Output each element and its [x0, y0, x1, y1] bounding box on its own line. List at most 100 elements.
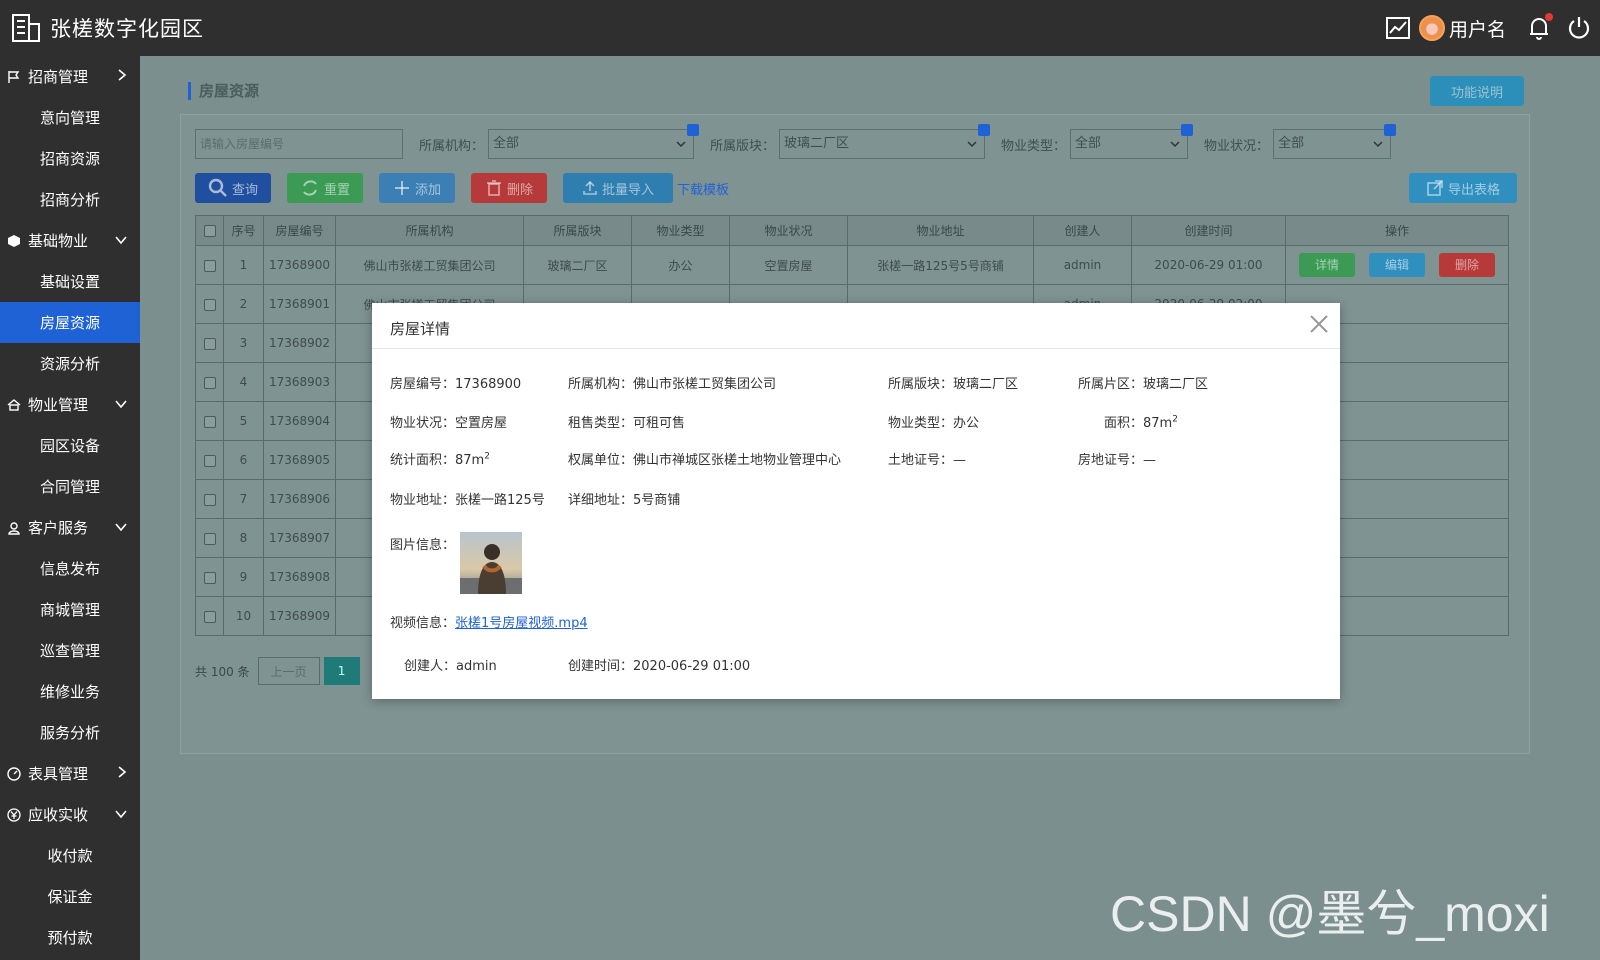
sidebar-item[interactable]: 信息发布	[0, 548, 140, 589]
org-select[interactable]: 全部	[488, 124, 700, 159]
sidebar-item[interactable]: 招商资源	[0, 138, 140, 179]
sidebar-item[interactable]: 收付款	[0, 835, 140, 876]
download-template-link[interactable]: 下载模板	[677, 179, 729, 198]
superscript: 2	[484, 451, 490, 462]
help-button[interactable]: 功能说明	[1430, 76, 1524, 106]
sidebar-group[interactable]: 表具管理	[0, 753, 140, 794]
row-checkbox[interactable]	[203, 454, 216, 467]
sidebar-item-label: 商城管理	[39, 601, 100, 619]
prev-page-button[interactable]: 上一页	[257, 657, 320, 685]
cell-no: 3	[223, 323, 264, 363]
house-photo[interactable]	[460, 532, 522, 594]
watermark: CSDN @墨兮_moxi	[1110, 886, 1550, 942]
add-button[interactable]: 添加	[379, 173, 455, 203]
row-select-cell[interactable]	[195, 323, 224, 363]
sidebar-group[interactable]: 客户服务	[0, 507, 140, 548]
cell-code: 17368908	[263, 557, 336, 597]
sidebar-item-label: 房屋资源	[39, 314, 100, 332]
row-checkbox[interactable]	[203, 532, 216, 545]
app-title: 张槎数字化园区	[50, 17, 204, 41]
row-select-cell[interactable]	[195, 362, 224, 402]
export-icon	[1427, 180, 1443, 196]
export-button[interactable]: 导出表格	[1409, 173, 1517, 203]
chart-icon[interactable]	[1385, 15, 1411, 41]
row-select-cell[interactable]	[195, 596, 224, 636]
field-key: 所属机构：	[568, 377, 634, 392]
edit-button[interactable]: 编辑	[1369, 253, 1425, 277]
top-bar: 张槎数字化园区 用户名	[0, 0, 1600, 56]
table-row[interactable]: 1 17368900 佛山市张槎工贸集团公司 玻璃二厂区 办公 空置房屋 张槎一路125号5…	[195, 245, 1509, 285]
sidebar-group-label: 客户服务	[28, 519, 89, 537]
sidebar-item[interactable]: 维修业务	[0, 671, 140, 712]
row-checkbox[interactable]	[203, 298, 216, 311]
sidebar-item-label: 招商资源	[39, 150, 100, 168]
row-select-cell[interactable]	[195, 479, 224, 519]
sidebar-group[interactable]: 基础物业	[0, 220, 140, 261]
detail-button[interactable]: 详情	[1299, 253, 1355, 277]
ptype-label: 物业类型：	[1001, 138, 1067, 154]
pstatus-label: 物业状况：	[1204, 138, 1270, 154]
export-label: 导出表格	[1447, 182, 1500, 198]
sidebar-item[interactable]: 预付款	[0, 917, 140, 958]
sidebar-item[interactable]: 服务分析	[0, 712, 140, 753]
video-link[interactable]: 张槎1号房屋视频.mp4	[455, 616, 588, 631]
row-checkbox[interactable]	[203, 337, 216, 350]
sidebar-group[interactable]: 物业管理	[0, 384, 140, 425]
close-icon[interactable]	[1308, 313, 1330, 335]
row-checkbox[interactable]	[203, 259, 216, 272]
row-select-cell[interactable]	[195, 245, 224, 285]
cell-time: 2020-06-29 01:00	[1131, 245, 1286, 285]
row-select-cell[interactable]	[195, 401, 224, 441]
sidebar-group[interactable]: 应收实收	[0, 794, 140, 835]
pstatus-select[interactable]: 全部	[1273, 124, 1397, 159]
row-checkbox[interactable]	[203, 493, 216, 506]
sidebar-item[interactable]: 招商分析	[0, 179, 140, 220]
select-all-header[interactable]	[195, 215, 224, 246]
sidebar-item[interactable]: 房屋资源	[0, 302, 140, 343]
select-all-checkbox[interactable]	[203, 225, 216, 237]
sidebar-item[interactable]: 合同管理	[0, 466, 140, 507]
sidebar-item[interactable]: 巡查管理	[0, 630, 140, 671]
query-button[interactable]: 查询	[195, 173, 271, 203]
field-land-cert: 土地证号：—	[888, 449, 966, 468]
reset-button[interactable]: 重置	[287, 173, 363, 203]
bell-icon[interactable]	[1528, 13, 1553, 41]
field-value: 张槎一路125号	[455, 493, 545, 508]
search-input[interactable]: 请输入房屋编号	[195, 129, 403, 159]
sidebar-item[interactable]: 意向管理	[0, 97, 140, 138]
row-checkbox[interactable]	[203, 415, 216, 428]
row-checkbox[interactable]	[203, 571, 216, 584]
sidebar-group[interactable]: 招商管理	[0, 56, 140, 97]
import-button[interactable]: 批量导入	[563, 173, 673, 203]
row-select-cell[interactable]	[195, 518, 224, 558]
row-checkbox[interactable]	[203, 376, 216, 389]
superscript: 2	[1172, 414, 1178, 425]
avatar[interactable]	[1418, 15, 1445, 41]
row-delete-button[interactable]: 删除	[1439, 253, 1495, 277]
sidebar-item[interactable]: 商城管理	[0, 589, 140, 630]
col-header: 物业地址	[847, 215, 1034, 246]
row-select-cell[interactable]	[195, 284, 224, 324]
photo-image	[460, 532, 522, 594]
delete-button[interactable]: 删除	[471, 173, 547, 203]
sidebar-item[interactable]: 园区设备	[0, 425, 140, 466]
row-select-cell[interactable]	[195, 440, 224, 480]
row-checkbox[interactable]	[203, 610, 216, 623]
power-icon[interactable]	[1566, 15, 1592, 41]
sidebar-group-label: 物业管理	[28, 396, 89, 414]
col-header: 创建人	[1033, 215, 1132, 246]
sidebar-item[interactable]: 保证金	[0, 876, 140, 917]
row-select-cell[interactable]	[195, 557, 224, 597]
ptype-select[interactable]: 全部	[1070, 124, 1194, 159]
page-1-button[interactable]: 1	[323, 657, 360, 685]
logo[interactable]: 张槎数字化园区	[10, 12, 204, 44]
sidebar-item[interactable]: 资源分析	[0, 343, 140, 384]
block-select[interactable]: 玻璃二厂区	[779, 124, 991, 159]
import-label: 批量导入	[601, 182, 654, 198]
username[interactable]: 用户名	[1449, 15, 1506, 42]
chevron-down-icon	[114, 396, 128, 414]
sidebar-item-label: 信息发布	[39, 560, 100, 578]
field-key: 所属版块：	[888, 377, 954, 392]
top-right-tools: 用户名	[1377, 0, 1600, 56]
sidebar-item[interactable]: 基础设置	[0, 261, 140, 302]
